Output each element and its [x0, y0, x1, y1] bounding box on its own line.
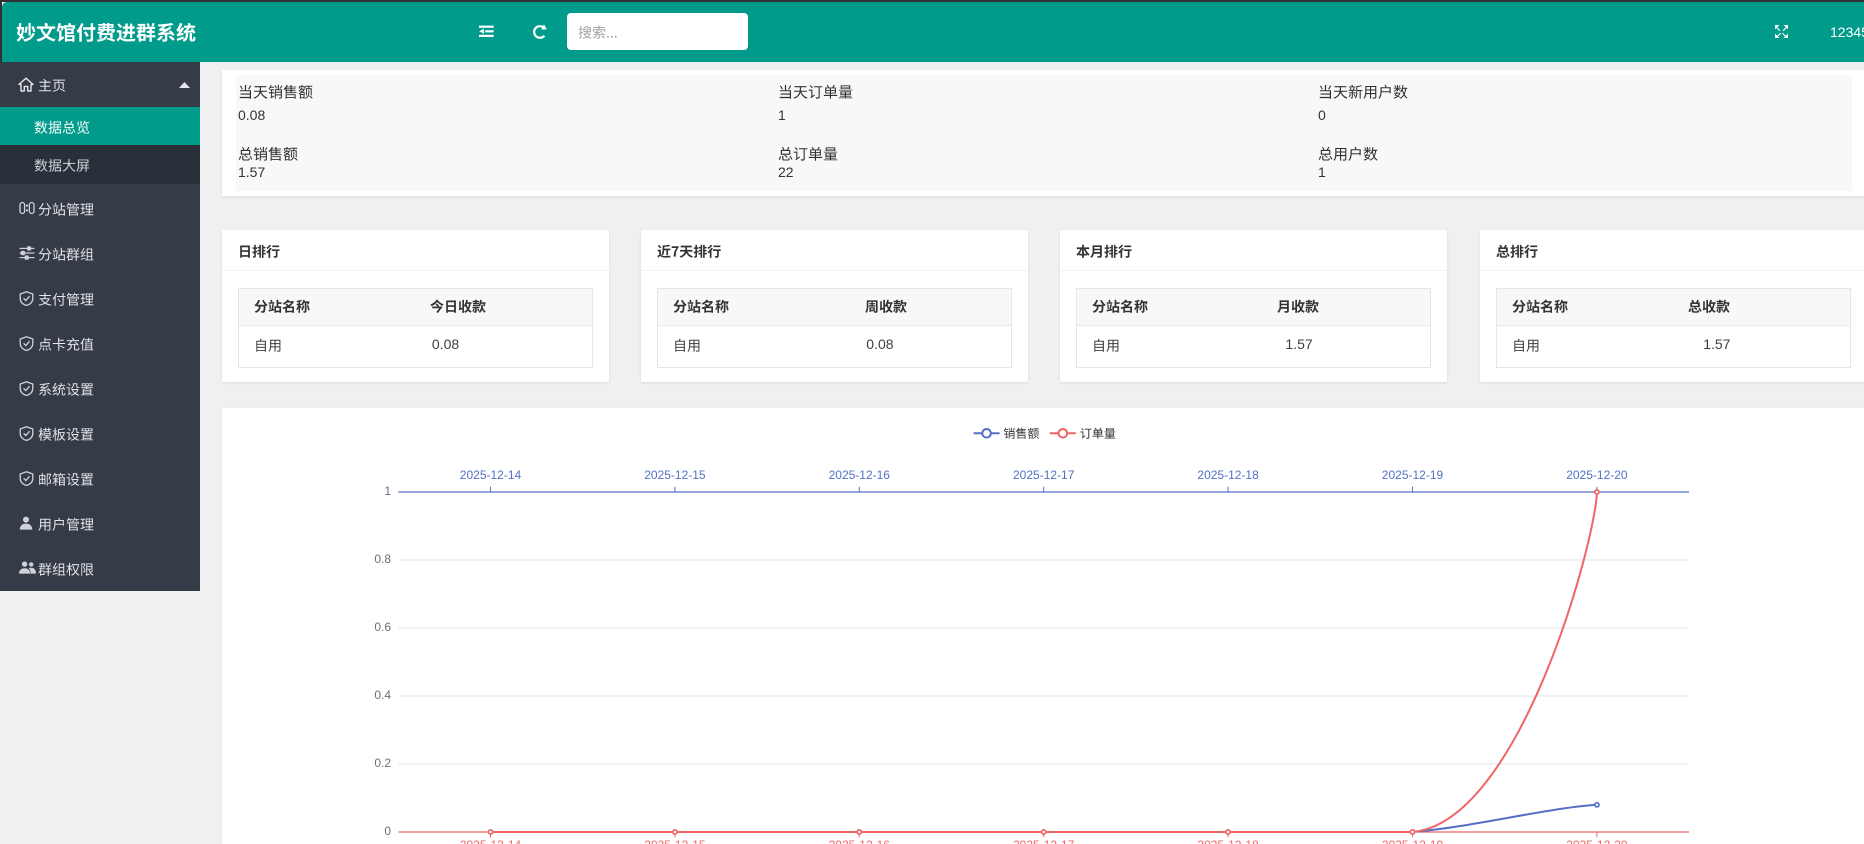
svg-text:2025-12-19: 2025-12-19	[1382, 468, 1444, 482]
svg-text:2025-12-14: 2025-12-14	[460, 838, 522, 844]
svg-text:0.6: 0.6	[374, 620, 391, 634]
svg-text:2025-12-17: 2025-12-17	[1013, 838, 1075, 844]
svg-text:2025-12-18: 2025-12-18	[1197, 838, 1259, 844]
svg-text:2025-12-19: 2025-12-19	[1382, 838, 1444, 844]
svg-text:1: 1	[384, 484, 391, 498]
svg-text:0.2: 0.2	[374, 756, 391, 770]
svg-text:2025-12-16: 2025-12-16	[829, 838, 891, 844]
svg-text:2025-12-17: 2025-12-17	[1013, 468, 1075, 482]
svg-text:0.4: 0.4	[374, 688, 391, 702]
svg-text:2025-12-15: 2025-12-15	[644, 468, 706, 482]
svg-text:2025-12-15: 2025-12-15	[644, 838, 706, 844]
svg-text:2025-12-20: 2025-12-20	[1566, 838, 1628, 844]
svg-text:0.8: 0.8	[374, 552, 391, 566]
svg-text:2025-12-18: 2025-12-18	[1197, 468, 1259, 482]
svg-text:2025-12-20: 2025-12-20	[1566, 468, 1628, 482]
svg-text:0: 0	[384, 824, 391, 838]
svg-text:2025-12-16: 2025-12-16	[829, 468, 891, 482]
svg-text:2025-12-14: 2025-12-14	[460, 468, 522, 482]
